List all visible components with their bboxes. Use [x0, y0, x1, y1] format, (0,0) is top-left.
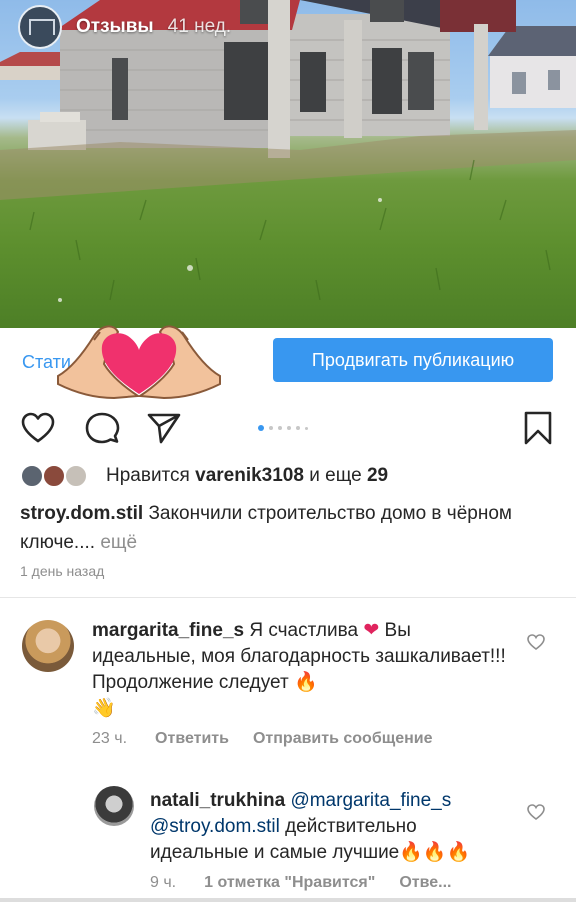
- likes-prefix: Нравится: [106, 465, 190, 486]
- paper-plane-icon[interactable]: [146, 410, 182, 446]
- avatar[interactable]: [94, 786, 134, 826]
- heart-outline-icon[interactable]: [20, 410, 56, 446]
- bottom-edge: [0, 898, 576, 902]
- post-username[interactable]: stroy.dom.stil: [20, 503, 143, 524]
- story-time: 41 нед.: [167, 16, 232, 37]
- post-date: 1 день назад: [20, 563, 105, 579]
- caption-more-link[interactable]: ещё: [100, 532, 137, 553]
- comment-username[interactable]: margarita_fine_s: [92, 620, 244, 641]
- bookmark-icon[interactable]: [520, 410, 556, 446]
- comment-time: 23 ч.: [92, 730, 128, 747]
- story-header[interactable]: Отзывы 41 нед.: [18, 4, 231, 50]
- mention-link[interactable]: @margarita_fine_s: [290, 790, 451, 811]
- red-heart-emoji-icon: ❤: [363, 620, 380, 641]
- comment-meta: 9 ч. 1 отметка "Нравится" Отве...: [150, 874, 451, 892]
- divider: [0, 597, 576, 598]
- comment-text: natali_trukhina @margarita_fine_s @stroy…: [150, 788, 520, 866]
- likes-count[interactable]: 29: [367, 465, 388, 487]
- heart-hands-sticker-icon: [57, 325, 221, 400]
- reply-button[interactable]: Ответить: [155, 730, 229, 748]
- speech-bubble-icon[interactable]: [84, 410, 120, 446]
- liker-avatars: [20, 462, 94, 490]
- promote-post-button[interactable]: Продвигать публикацию: [273, 338, 553, 382]
- reply-button[interactable]: Отве...: [399, 874, 451, 892]
- likes-connector: и еще: [309, 465, 362, 486]
- fire-emoji-icon: 🔥🔥🔥: [399, 842, 471, 863]
- carousel-dots: [258, 425, 308, 431]
- post-caption: stroy.dom.stil Закончили строительство д…: [20, 499, 560, 557]
- comment-time: 9 ч.: [150, 874, 177, 891]
- likes-summary[interactable]: Нравится varenik3108 и еще 29: [20, 462, 388, 490]
- comment-username[interactable]: natali_trukhina: [150, 790, 285, 811]
- avatar: [42, 464, 66, 488]
- send-message-button[interactable]: Отправить сообщение: [253, 730, 433, 748]
- comment-likes-count[interactable]: 1 отметка "Нравится": [204, 874, 375, 892]
- post-photo[interactable]: Отзывы 41 нед.: [0, 0, 576, 328]
- story-highlight-avatar[interactable]: [18, 5, 62, 49]
- comment-meta: 23 ч. Ответить Отправить сообщение: [92, 730, 433, 748]
- liker-username[interactable]: varenik3108: [195, 465, 304, 487]
- fire-emoji-icon: 🔥: [293, 672, 318, 693]
- avatar: [20, 464, 44, 488]
- mention-link[interactable]: @stroy.dom.stil: [150, 816, 280, 837]
- comment-like-heart-icon[interactable]: [526, 802, 546, 822]
- comment-body-part: Я счастлива: [249, 620, 359, 641]
- comment-text: margarita_fine_s Я счастлива ❤ Вы идеаль…: [92, 618, 512, 722]
- avatar: [64, 464, 88, 488]
- avatar[interactable]: [22, 620, 74, 672]
- waving-hand-emoji-icon: 👋: [92, 698, 116, 719]
- comment-like-heart-icon[interactable]: [526, 632, 546, 652]
- story-title: Отзывы: [76, 16, 154, 37]
- post-actions-bar: [0, 404, 576, 450]
